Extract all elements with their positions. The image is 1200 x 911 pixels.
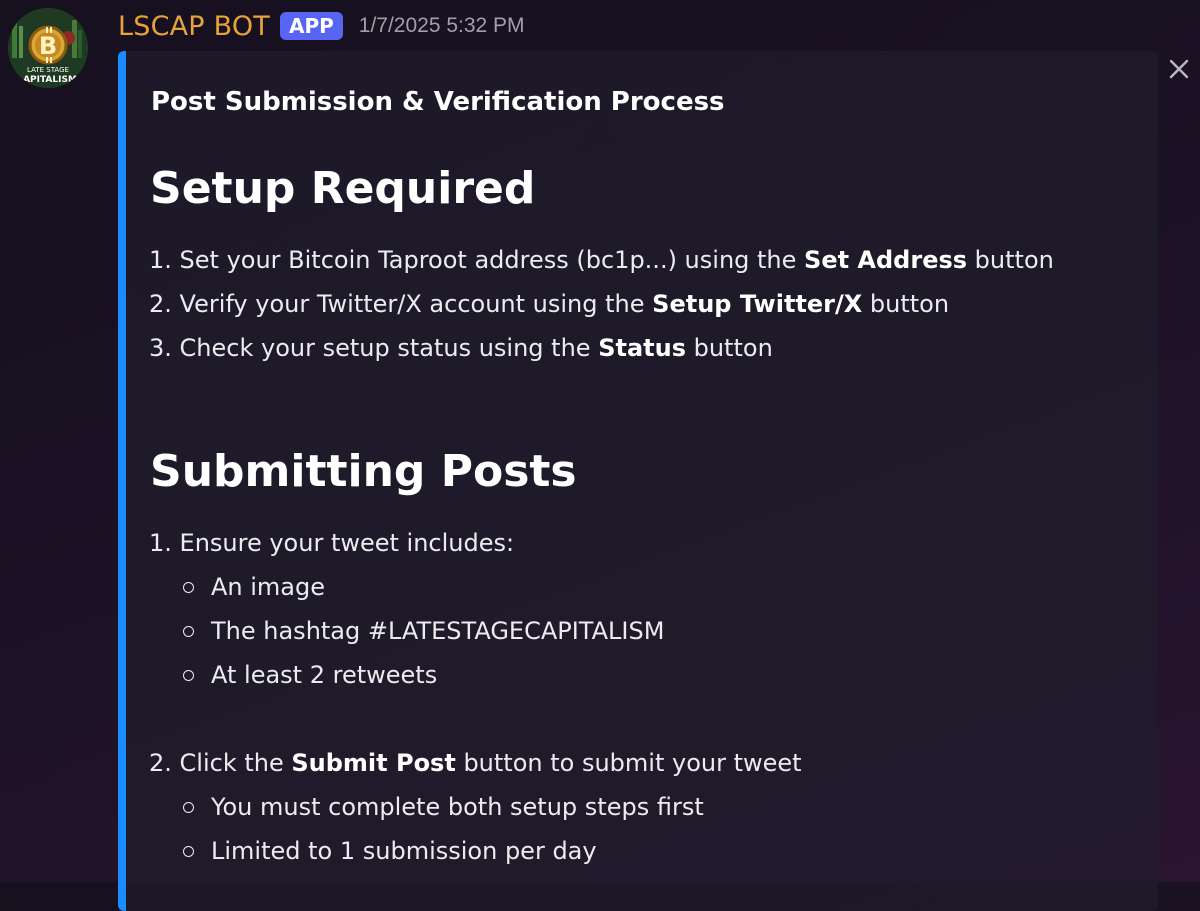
setup-twitter-label: Setup Twitter/X	[652, 290, 863, 318]
setup-step-2: 2. Verify your Twitter/X account using t…	[149, 290, 950, 318]
list-item: You must complete both setup steps first	[183, 792, 704, 822]
app-badge: APP	[279, 12, 343, 40]
author-name[interactable]: LSCAP BOT	[118, 11, 270, 42]
bullet-icon	[183, 801, 194, 813]
bullet-icon	[183, 845, 194, 857]
embed-title: Post Submission & Verification Process	[151, 87, 725, 117]
message-header: LSCAP BOT APP 1/7/2025 5:32 PM	[118, 6, 525, 46]
setup-step-3: 3. Check your setup status using the Sta…	[149, 334, 773, 362]
embed-card: Post Submission & Verification Process S…	[118, 51, 1158, 911]
status-label: Status	[598, 334, 686, 362]
avatar-line-2: APITALISM	[23, 75, 77, 85]
submit-step-1: 1. Ensure your tweet includes:	[149, 529, 515, 557]
bullet-icon	[183, 625, 194, 637]
timestamp[interactable]: 1/7/2025 5:32 PM	[359, 14, 525, 38]
avatar[interactable]: B LATE STAGE APITALISM	[8, 8, 88, 88]
heading-submitting-posts: Submitting Posts	[150, 446, 577, 497]
setup-step-1: 1. Set your Bitcoin Taproot address (bc1…	[149, 246, 1054, 274]
list-item: An image	[183, 572, 325, 602]
submit-step-2: 2. Click the Submit Post button to submi…	[149, 749, 802, 777]
submit-post-label: Submit Post	[291, 749, 456, 777]
close-icon	[1169, 59, 1189, 79]
embed-accent-bar	[118, 51, 126, 911]
bullet-icon	[183, 581, 194, 593]
list-item: Limited to 1 submission per day	[183, 836, 597, 866]
heading-setup-required: Setup Required	[150, 163, 536, 214]
list-item: The hashtag #LATESTAGECAPITALISM	[183, 616, 664, 646]
set-address-label: Set Address	[804, 246, 968, 274]
bullet-icon	[183, 669, 194, 681]
bitcoin-logo-icon: B LATE STAGE APITALISM	[8, 8, 88, 88]
svg-text:B: B	[39, 32, 57, 60]
list-item: At least 2 retweets	[183, 660, 437, 690]
avatar-line-1: LATE STAGE	[27, 66, 69, 74]
close-button[interactable]	[1164, 54, 1194, 84]
